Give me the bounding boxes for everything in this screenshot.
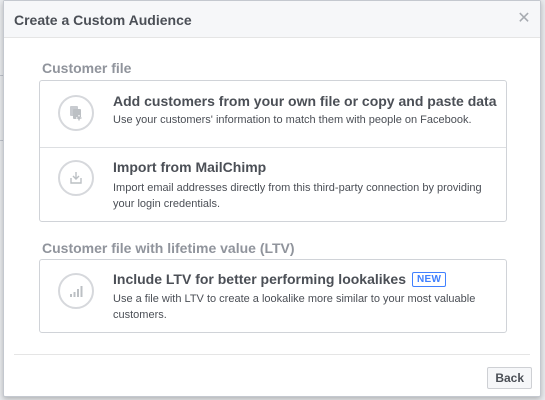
custom-audience-dialog: Create a Custom Audience ✕ Customer file… [3,0,541,397]
add-file-icon [58,95,94,131]
ltv-card: Include LTV for better performing lookal… [39,259,507,333]
section-heading-ltv: Customer file with lifetime value (LTV) [42,240,295,256]
option-import-mailchimp[interactable]: Import from MailChimp Import email addre… [40,147,506,222]
option-description: Use a file with LTV to create a lookalik… [113,293,476,321]
back-button[interactable]: Back [487,367,532,389]
option-title: Import from MailChimp [113,159,267,175]
dialog-title: Create a Custom Audience [14,12,192,28]
option-title-text: Include LTV for better performing lookal… [113,271,407,287]
dialog-header: Create a Custom Audience ✕ [4,1,540,38]
new-badge: NEW [412,272,447,287]
option-title: Include LTV for better performing lookal… [113,271,447,287]
section-heading-customer-file: Customer file [42,60,132,76]
footer-divider [14,354,530,355]
import-icon [58,160,94,196]
close-icon[interactable]: ✕ [516,11,532,27]
option-description: Import email addresses directly from thi… [113,182,482,210]
option-description: Use your customers' information to match… [113,114,472,126]
option-include-ltv[interactable]: Include LTV for better performing lookal… [40,260,506,332]
bar-chart-icon [58,273,94,309]
customer-file-card: Add customers from your own file or copy… [39,80,507,222]
option-add-customers-file[interactable]: Add customers from your own file or copy… [40,81,506,147]
option-title: Add customers from your own file or copy… [113,93,497,109]
